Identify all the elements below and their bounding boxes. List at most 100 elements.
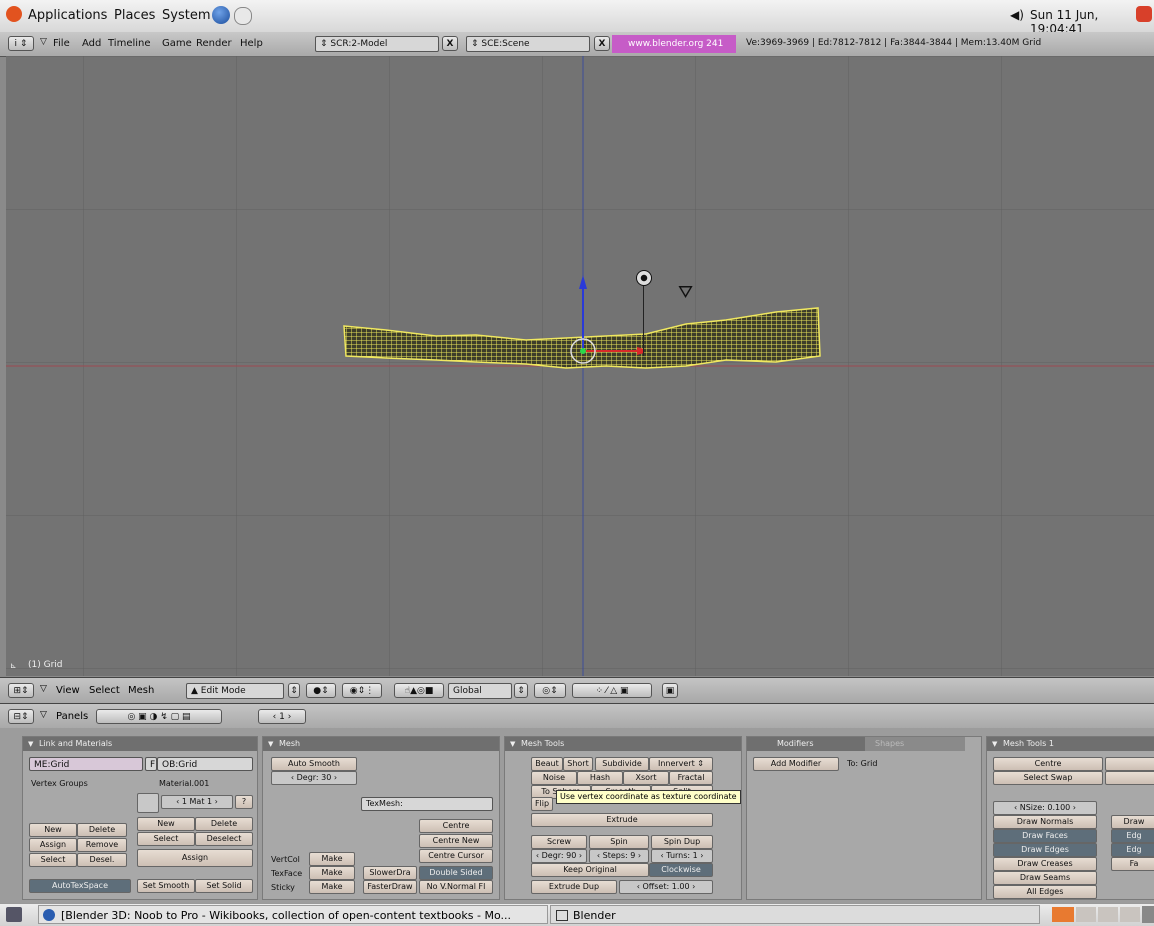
fake-user-toggle[interactable]: F (145, 757, 157, 771)
menu-file[interactable]: File (53, 38, 70, 49)
screw-button[interactable]: Screw (531, 835, 587, 849)
innervert-selector[interactable]: Innervert ⇕ (649, 757, 713, 771)
centre-new-button[interactable]: Centre New (419, 834, 493, 848)
autotexspace-toggle[interactable]: AutoTexSpace (29, 879, 131, 893)
centre-button[interactable]: Centre (419, 819, 493, 833)
panel-title[interactable]: Mesh Tools (505, 737, 741, 751)
material-index-field[interactable]: ‹ 1 Mat 1 › (161, 795, 233, 809)
pivot-icon[interactable]: ◉⇕⋮ (342, 683, 382, 698)
menu-game[interactable]: Game (162, 38, 192, 49)
panel1-right-button-1[interactable] (1105, 757, 1154, 771)
panel-title[interactable]: Mesh (263, 737, 499, 751)
workspace-3[interactable] (1098, 907, 1118, 922)
menu-view[interactable]: View (56, 685, 80, 696)
normal-size-field[interactable]: ‹ NSize: 0.100 › (993, 801, 1097, 815)
all-edges-toggle[interactable]: All Edges (993, 885, 1097, 899)
menu-mesh[interactable]: Mesh (128, 685, 154, 696)
mode-dropdown[interactable]: ⇕ (288, 683, 300, 698)
mode-selector[interactable]: ▲ Edit Mode (186, 683, 284, 699)
faster-draw-button[interactable]: FasterDraw (363, 880, 417, 894)
volume-icon[interactable]: ◀) (1010, 8, 1024, 22)
keep-original-toggle[interactable]: Keep Original (531, 863, 649, 877)
menu-panels[interactable]: Panels (56, 711, 88, 722)
spin-degree-field[interactable]: ‹ Degr: 90 › (531, 849, 587, 863)
tab-modifiers[interactable]: Modifiers (747, 737, 865, 751)
window-type-icon[interactable]: i ⇕ (8, 36, 34, 51)
spin-dup-button[interactable]: Spin Dup (651, 835, 713, 849)
material-assign-button[interactable]: Assign (137, 849, 253, 867)
manipulator-icons[interactable]: ☝▲◎■ (394, 683, 444, 698)
taskbar-item-browser[interactable]: [Blender 3D: Noob to Pro - Wikibooks, co… (38, 905, 548, 924)
menu-render[interactable]: Render (196, 38, 232, 49)
draw-col2-1[interactable]: Draw (1111, 815, 1154, 829)
draw-col2-2[interactable]: Edg (1111, 829, 1154, 843)
auto-smooth-degree-field[interactable]: ‹ Degr: 30 › (271, 771, 357, 785)
short-toggle[interactable]: Short (563, 757, 593, 771)
menu-applications[interactable]: Applications (28, 8, 107, 23)
slower-draw-button[interactable]: SlowerDra (363, 866, 417, 880)
flip-button[interactable]: Flip (531, 797, 553, 811)
collapse-icon[interactable]: ▽ (40, 710, 47, 720)
orientation-selector[interactable]: Global (448, 683, 512, 699)
fractal-button[interactable]: Fractal (669, 771, 713, 785)
delete-scene-icon[interactable]: X (594, 36, 610, 51)
spin-button[interactable]: Spin (589, 835, 649, 849)
camera-icon[interactable]: ⛛ (678, 282, 693, 303)
panel-title[interactable]: Link and Materials (23, 737, 257, 751)
mesh-name-field[interactable]: ME:Grid (29, 757, 143, 771)
set-solid-button[interactable]: Set Solid (195, 879, 253, 893)
subdivide-button[interactable]: Subdivide (595, 757, 649, 771)
material-help-button[interactable]: ? (235, 795, 253, 809)
menu-timeline[interactable]: Timeline (108, 38, 151, 49)
hash-button[interactable]: Hash (577, 771, 623, 785)
menu-help[interactable]: Help (240, 38, 263, 49)
offset-field[interactable]: ‹ Offset: 1.00 › (619, 880, 713, 894)
texface-make-button[interactable]: Make (309, 866, 355, 880)
panel-title[interactable]: Mesh Tools 1 (987, 737, 1154, 751)
draw-creases-toggle[interactable]: Draw Creases (993, 857, 1097, 871)
help-icon[interactable] (234, 7, 252, 25)
draw-col2-3[interactable]: Edg (1111, 843, 1154, 857)
material-deselect-button[interactable]: Deselect (195, 832, 253, 846)
web-browser-icon[interactable] (212, 6, 230, 24)
panel1-right-button-2[interactable] (1105, 771, 1154, 785)
noise-button[interactable]: Noise (531, 771, 577, 785)
centre-cursor-button[interactable]: Centre Cursor (419, 849, 493, 863)
texmesh-field[interactable]: TexMesh: (361, 797, 493, 811)
clockwise-toggle[interactable]: Clockwise (649, 863, 713, 877)
frame-field[interactable]: ‹ 1 › (258, 709, 306, 724)
collapse-icon[interactable]: ▽ (40, 684, 47, 694)
workspace-1[interactable] (1052, 907, 1074, 922)
3dview-type-icon[interactable]: ⊞⇕ (8, 683, 34, 698)
material-color-swatch[interactable] (137, 793, 159, 813)
vertcol-make-button[interactable]: Make (309, 852, 355, 866)
show-desktop-icon[interactable] (6, 907, 22, 922)
draw-normals-toggle[interactable]: Draw Normals (993, 815, 1097, 829)
vgroup-deselect-button[interactable]: Desel. (77, 853, 127, 867)
layer-icon[interactable]: ◎⇕ (534, 683, 566, 698)
orientation-dropdown[interactable]: ⇕ (514, 683, 528, 698)
3d-viewport[interactable]: ⛛ ⊾ (1) Grid (6, 56, 1154, 676)
shutdown-icon[interactable] (1136, 6, 1152, 22)
material-new-button[interactable]: New (137, 817, 195, 831)
menu-add[interactable]: Add (82, 38, 101, 49)
vgroup-new-button[interactable]: New (29, 823, 77, 837)
vgroup-delete-button[interactable]: Delete (77, 823, 127, 837)
collapse-icon[interactable]: ▽ (40, 37, 47, 47)
vgroup-assign-button[interactable]: Assign (29, 838, 77, 852)
xsort-button[interactable]: Xsort (623, 771, 669, 785)
draw-seams-toggle[interactable]: Draw Seams (993, 871, 1097, 885)
vgroup-remove-button[interactable]: Remove (77, 838, 127, 852)
menu-system[interactable]: System (162, 8, 210, 23)
add-modifier-button[interactable]: Add Modifier (753, 757, 839, 771)
delete-screen-icon[interactable]: X (442, 36, 458, 51)
buttons-type-icon[interactable]: ⊟⇕ (8, 709, 34, 724)
draw-edges-toggle[interactable]: Draw Edges (993, 843, 1097, 857)
double-sided-toggle[interactable]: Double Sided (419, 866, 493, 880)
transform-manipulator[interactable] (523, 271, 643, 391)
select-mode-icons[interactable]: ⁘ ⁄ △ ▣ (572, 683, 652, 698)
render-icon[interactable]: ▣ (662, 683, 678, 698)
draw-col2-4[interactable]: Fa (1111, 857, 1154, 871)
taskbar-item-blender[interactable]: Blender (550, 905, 1040, 924)
set-smooth-button[interactable]: Set Smooth (137, 879, 195, 893)
